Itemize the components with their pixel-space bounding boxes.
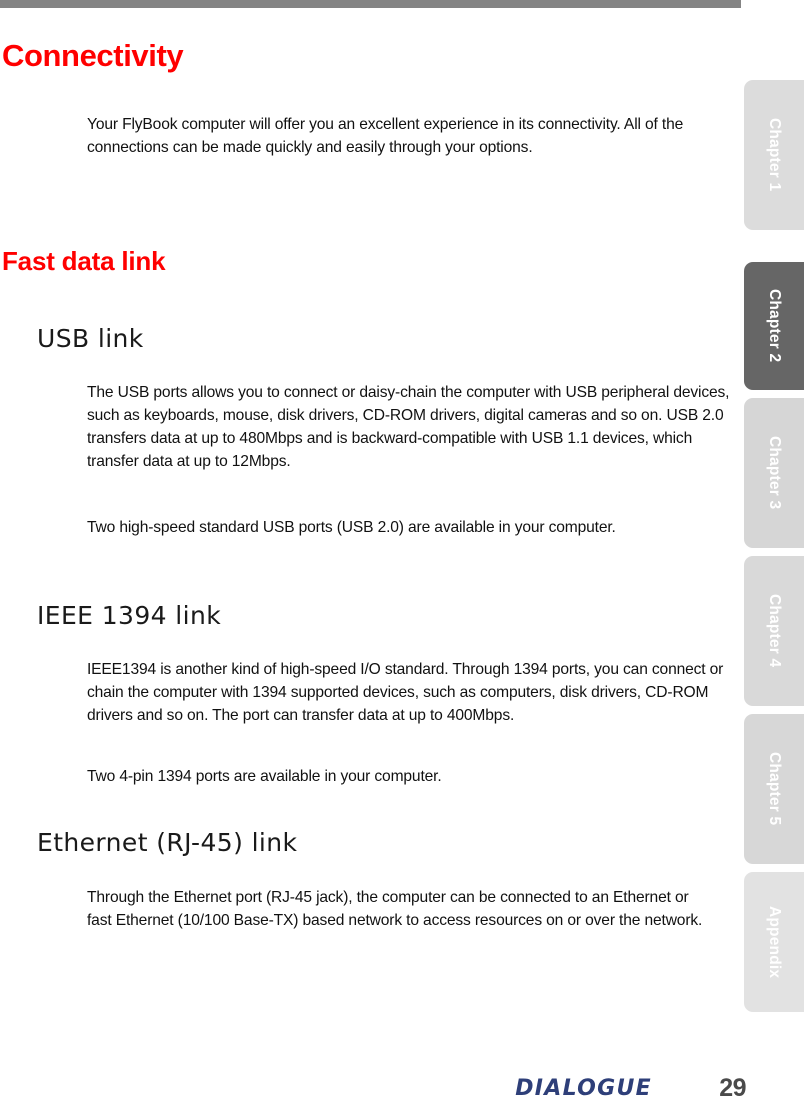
subsection-heading-ethernet-rj45-link: Ethernet (RJ-45) link (37, 828, 298, 857)
chapter-tab-4[interactable]: Chapter 4 (744, 556, 804, 706)
chapter-tab-5-label: Chapter 5 (766, 752, 783, 826)
ieee1394-paragraph-1: IEEE1394 is another kind of high-speed I… (87, 661, 724, 724)
chapter-tab-5[interactable]: Chapter 5 (744, 714, 804, 864)
chapter-tab-1-label: Chapter 1 (766, 118, 783, 192)
chapter-tab-appendix[interactable]: Appendix (744, 872, 804, 1012)
chapter-tab-3[interactable]: Chapter 3 (744, 398, 804, 548)
page-footer: DIALOGUE 29 (0, 1066, 804, 1106)
chapter-tab-appendix-label: Appendix (766, 905, 783, 979)
subsection-heading-usb-link: USB link (37, 324, 144, 353)
section-heading-fast-data-link: Fast data link (2, 246, 166, 276)
chapter-tab-2-label: Chapter 2 (766, 289, 783, 363)
ethernet-paragraph-1: Through the Ethernet port (RJ-45 jack), … (87, 889, 703, 929)
top-rule (0, 0, 741, 8)
usb-paragraph-1: The USB ports allows you to connect or d… (87, 384, 730, 470)
page-content: Connectivity Your FlyBook computer will … (0, 8, 741, 1048)
dialogue-logo: DIALOGUE (515, 1076, 652, 1101)
chapter-tab-4-label: Chapter 4 (766, 594, 783, 668)
usb-paragraph-2: Two high-speed standard USB ports (USB 2… (87, 519, 616, 536)
chapter-tab-2-active[interactable]: Chapter 2 (744, 262, 804, 390)
subsection-heading-ieee-1394-link: IEEE 1394 link (37, 601, 222, 630)
chapter-tab-1[interactable]: Chapter 1 (744, 80, 804, 230)
chapter-tab-rail: Chapter 1 Chapter 2 Chapter 3 Chapter 4 … (740, 0, 804, 1114)
page-title: Connectivity (2, 38, 184, 73)
intro-paragraph: Your FlyBook computer will offer you an … (87, 116, 684, 156)
ieee1394-paragraph-2: Two 4-pin 1394 ports are available in yo… (87, 768, 442, 785)
page-number: 29 (719, 1074, 746, 1102)
chapter-tab-3-label: Chapter 3 (766, 436, 783, 510)
